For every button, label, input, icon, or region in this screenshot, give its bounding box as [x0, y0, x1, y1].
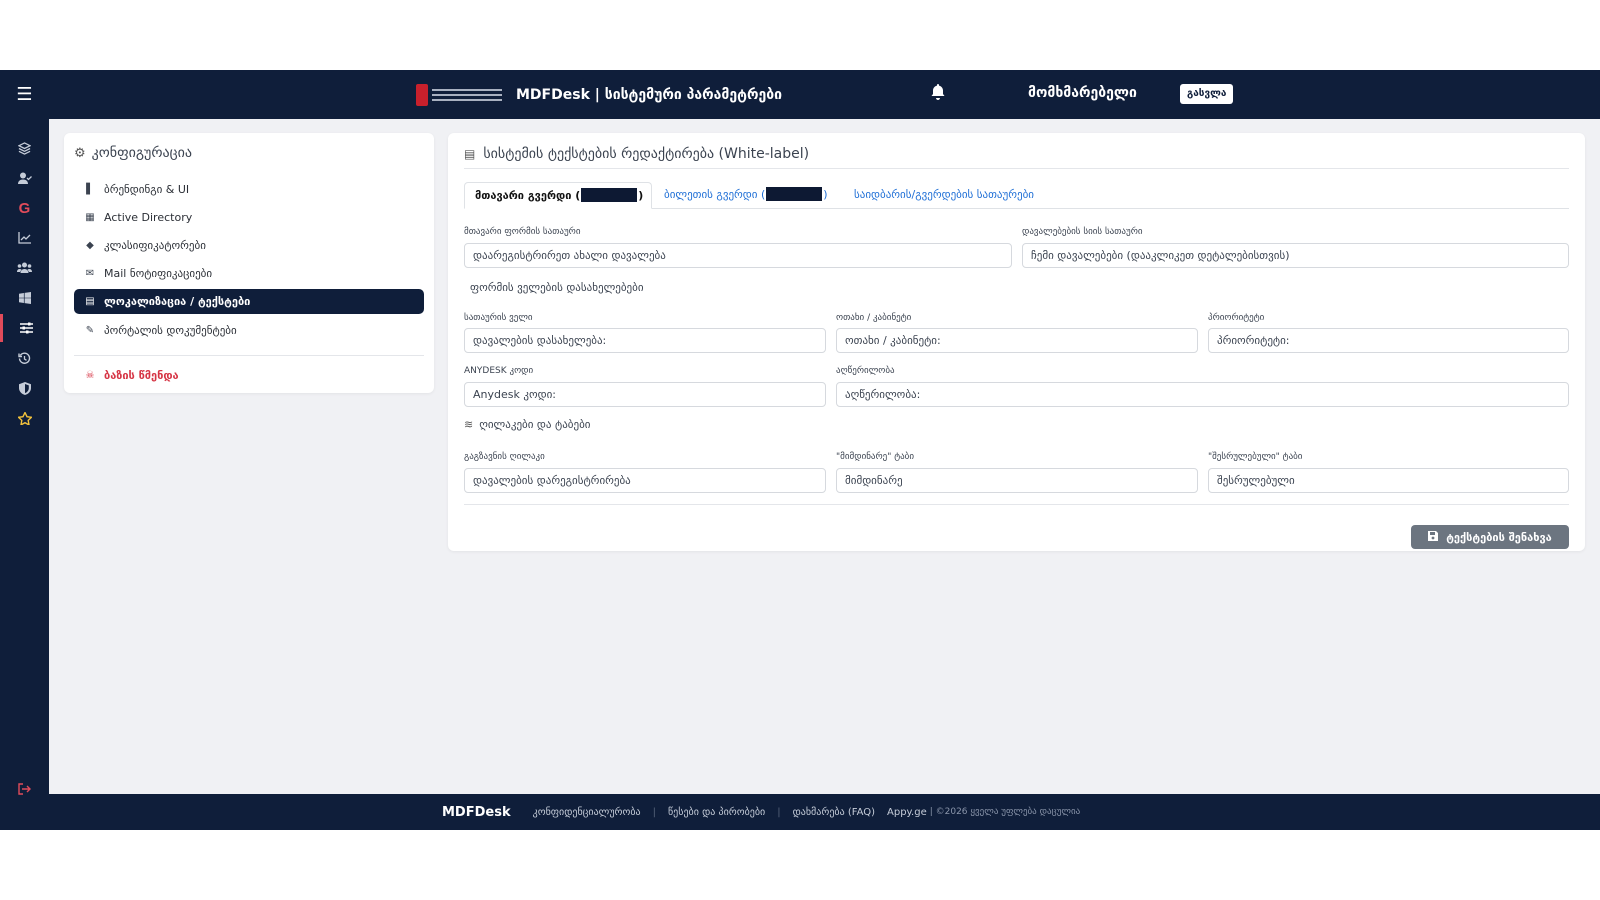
editor-title: ▤ სისტემის ტექსტების რედაქტირება (White-…	[464, 146, 810, 162]
main-form-title-input[interactable]: დაარეგისტრირეთ ახალი დავალება	[464, 243, 1012, 268]
coat-of-arms-icon	[416, 83, 428, 106]
hamburger-menu-icon[interactable]: ☰	[0, 70, 49, 119]
room-label: ოთახი / კაბინეტი	[836, 313, 912, 323]
divider	[464, 168, 1569, 169]
tab-ticket-page[interactable]: ბილეთის გვერდი ()	[654, 182, 838, 209]
menu-item-localization[interactable]: ▤ ლოკალიზაცია / ტექსტები	[74, 289, 424, 314]
configuration-card: ⚙ კონფიგურაცია ▌ ბრენდინგი & UI ▦ Active…	[64, 133, 434, 393]
configuration-title: ⚙ კონფიგურაცია	[74, 145, 192, 161]
submit-button-text-input[interactable]: დავალების დარეგისტრირება	[464, 468, 826, 493]
tags-icon: ◆	[86, 239, 94, 251]
submit-button-text-label: გაგზავნის ღილაკი	[464, 452, 545, 462]
footer-link-terms[interactable]: წესები და პირობები	[668, 807, 765, 818]
envelope-open-icon: ✉	[85, 267, 95, 279]
tasks-list-title-label: დავალებების სიის სათაური	[1022, 227, 1143, 237]
sign-out-icon[interactable]	[0, 775, 49, 803]
tab-sidebar-titles[interactable]: საიდბარის/გვერდების სათაურები	[844, 182, 1044, 209]
tab-main-page[interactable]: მთავარი გვერდი ()	[464, 182, 652, 209]
shield-icon[interactable]	[0, 374, 49, 402]
file-signature-icon: ✎	[85, 324, 95, 336]
id-card-icon: ▤	[85, 296, 95, 307]
bell-icon[interactable]	[931, 84, 945, 104]
layers-icon[interactable]	[0, 134, 49, 162]
sidebar: G	[0, 119, 49, 830]
texts-editor-card: ▤ სისტემის ტექსტების რედაქტირება (White-…	[448, 133, 1585, 551]
redaction-box	[581, 188, 638, 202]
priority-label: პრიორიტეტი	[1208, 313, 1265, 323]
main-form-title-label: მთავარი ფორმის სათაური	[464, 227, 581, 237]
top-navbar: ☰ MDFDesk | სისტემური პარამეტრები მომხმა…	[0, 70, 1600, 119]
menu-item-branding[interactable]: ▌ ბრენდინგი & UI	[74, 175, 424, 203]
title-field-label: სათაურის ველი	[464, 313, 533, 323]
footer-link-appy[interactable]: Appy.ge	[887, 807, 927, 818]
menu-item-classifiers[interactable]: ◆ კლასიფიკატორები	[74, 231, 424, 259]
title-field-input[interactable]: დავალების დასახელება:	[464, 328, 826, 353]
description-input[interactable]: აღწერილობა:	[836, 382, 1569, 407]
footer-brand: MDFDesk	[442, 804, 511, 820]
layers-icon: ≋	[464, 418, 474, 431]
completed-tab-label: "შესრულებული" ტაბი	[1208, 452, 1303, 462]
footer: MDFDesk კონფიდენციალურობა | წესები და პი…	[49, 794, 1600, 830]
cogs-icon: ⚙	[74, 145, 86, 161]
redaction-box	[766, 187, 823, 201]
current-tab-input[interactable]: მიმდინარე	[836, 468, 1198, 493]
footer-link-faq[interactable]: დახმარება (FAQ)	[793, 807, 875, 818]
logout-button[interactable]: გასვლა	[1180, 84, 1234, 104]
footer-separator: |	[777, 806, 781, 818]
form-fields-section-title: ფორმის ველების დასახელებები	[470, 281, 644, 294]
app-title: MDFDesk | სისტემური პარამეტრები	[516, 86, 783, 103]
tasks-list-title-input[interactable]: ჩემი დავალებები (დააკლიკეთ დეტალებისთვის…	[1022, 243, 1569, 268]
buttons-tabs-section-title: ≋ ღილაკები და ტაბები	[464, 418, 591, 431]
room-input[interactable]: ოთახი / კაბინეტი:	[836, 328, 1198, 353]
google-icon[interactable]: G	[0, 194, 49, 222]
paint-roller-icon: ▌	[86, 183, 94, 195]
footer-link-privacy[interactable]: კონფიდენციალურობა	[533, 807, 641, 818]
save-icon	[1428, 530, 1439, 544]
menu-item-portal-documents[interactable]: ✎ პორტალის დოკუმენტები	[74, 316, 424, 344]
windows-icon: ▦	[85, 211, 95, 223]
app-window: ☰ MDFDesk | სისტემური პარამეტრები მომხმა…	[0, 70, 1600, 830]
chart-line-icon[interactable]	[0, 224, 49, 252]
description-label: აღწერილობა	[836, 366, 895, 376]
brand[interactable]: MDFDesk | სისტემური პარამეტრები	[416, 82, 782, 107]
configuration-menu: ▌ ბრენდინგი & UI ▦ Active Directory ◆ კლ…	[74, 175, 424, 389]
user-check-icon[interactable]	[0, 164, 49, 192]
sliders-icon[interactable]	[0, 314, 49, 342]
anydesk-input[interactable]: Anydesk კოდი:	[464, 382, 826, 407]
skull-icon: ☠	[85, 369, 95, 381]
editor-tabs: მთავარი გვერდი () ბილეთის გვერდი () საიდ…	[464, 182, 1569, 209]
star-icon[interactable]	[0, 404, 49, 432]
divider	[464, 504, 1569, 505]
history-icon[interactable]	[0, 344, 49, 372]
anydesk-label: ANYDESK კოდი	[464, 366, 534, 376]
users-icon[interactable]	[0, 254, 49, 282]
footer-separator: |	[652, 806, 656, 818]
current-tab-label: "მიმდინარე" ტაბი	[836, 452, 915, 462]
menu-item-database-cleanup[interactable]: ☠ ბაზის წმენდა	[74, 361, 424, 389]
menu-item-mail-notifications[interactable]: ✉ Mail ნოტიფიკაციები	[74, 259, 424, 287]
footer-copyright: | ©2026 ყველა უფლება დაცულია	[929, 807, 1081, 817]
user-name[interactable]: მომხმარებელი	[1028, 85, 1137, 101]
menu-item-active-directory[interactable]: ▦ Active Directory	[74, 203, 424, 231]
organization-logo	[416, 83, 508, 107]
menu-divider	[74, 355, 424, 356]
windows-icon[interactable]	[0, 284, 49, 312]
priority-input[interactable]: პრიორიტეტი:	[1208, 328, 1569, 353]
completed-tab-input[interactable]: შესრულებული	[1208, 468, 1569, 493]
save-texts-button[interactable]: ტექსტების შენახვა	[1411, 525, 1569, 549]
id-card-icon: ▤	[464, 147, 476, 161]
